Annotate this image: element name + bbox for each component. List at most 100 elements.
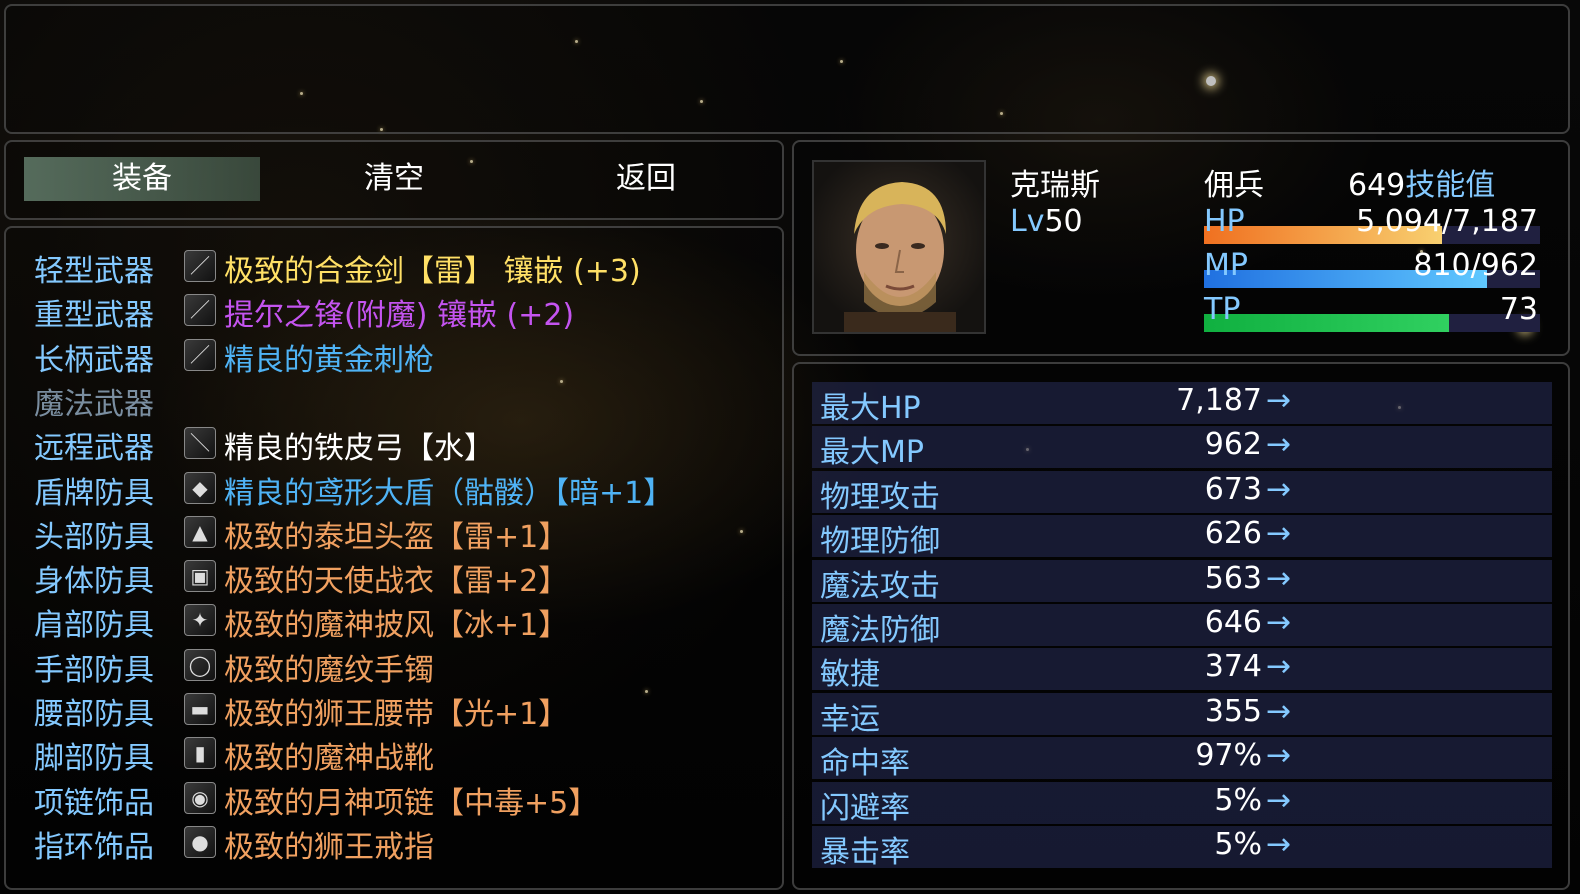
equip-slot-row[interactable]: 头部防具 ▲ 极致的泰坦头盔【雷+1】 — [30, 510, 770, 555]
equip-slot-name: 重型武器 — [34, 298, 154, 334]
equipped-item-name: 极致的狮王戒指 — [224, 829, 434, 865]
parameter-comparison-window: 最大HP 7,187 → 最大MP 962 → 物理攻击 673 → 物理防御 626 → 魔法攻击 56… — [792, 362, 1570, 890]
parameter-name: 魔法攻击 — [820, 568, 940, 604]
actor-status-window: 克瑞斯 Lv50 佣兵 649技能值 HP 5,094/7,187 MP 810… — [792, 140, 1570, 356]
mp-value: 810/962 — [1413, 248, 1538, 283]
equipped-item-name: 精良的铁皮弓【水】 — [224, 431, 494, 467]
parameter-name: 暴击率 — [820, 835, 910, 870]
parameter-value: 962 — [1204, 427, 1262, 463]
right-arrow-icon: → — [1266, 560, 1292, 596]
shield-icon: ◆ — [184, 471, 216, 504]
equip-command[interactable]: 装备 — [24, 157, 260, 201]
equip-slot-name: 肩部防具 — [34, 608, 154, 644]
equipped-item-name: 极致的天使战衣【雷+2】 — [224, 564, 569, 600]
actor-class: 佣兵 — [1204, 168, 1264, 203]
equip-slot-name: 手部防具 — [34, 652, 154, 688]
parameter-row: 魔法防御 646 → — [812, 604, 1552, 648]
hp-label: HP — [1204, 204, 1245, 239]
armor-icon: ▣ — [184, 560, 216, 593]
parameter-row: 命中率 97% → — [812, 737, 1552, 781]
actor-name: 克瑞斯 — [1010, 168, 1100, 203]
parameter-row: 敏捷 374 → — [812, 648, 1552, 693]
equip-slot-name: 远程武器 — [34, 431, 154, 467]
equip-slot-row[interactable]: 手部防具 ◯ 极致的魔纹手镯 — [30, 643, 770, 688]
cloak-icon: ✦ — [184, 604, 216, 637]
equip-slot-name: 身体防具 — [34, 564, 154, 600]
equipped-item-name: 极致的合金剑【雷】 镶嵌 (+3) — [224, 254, 641, 289]
boots-icon: ▮ — [184, 737, 216, 770]
equipped-item-name: 极致的狮王腰带【光+1】 — [224, 697, 569, 732]
equip-slot-row[interactable]: 肩部防具 ✦ 极致的魔神披风【冰+1】 — [30, 598, 770, 644]
equip-slot-row[interactable]: 腰部防具 ▬ 极致的狮王腰带【光+1】 — [30, 687, 770, 732]
parameter-value: 97% — [1195, 738, 1262, 774]
parameter-value: 355 — [1204, 693, 1262, 729]
parameter-row: 最大MP 962 → — [812, 426, 1552, 471]
right-arrow-icon: → — [1266, 782, 1292, 818]
equip-slot-name: 魔法武器 — [34, 386, 154, 422]
right-arrow-icon: → — [1266, 693, 1292, 729]
equip-slot-name: 盾牌防具 — [34, 475, 154, 511]
tp-label: TP — [1204, 292, 1241, 327]
equipped-item-name: 极致的魔纹手镯 — [224, 652, 434, 688]
equip-slot-row[interactable]: 脚部防具 ▮ 极致的魔神战靴 — [30, 731, 770, 777]
ring-icon: ● — [184, 825, 216, 858]
equip-slot-row[interactable]: 长柄武器 ／精良的黄金刺枪 — [30, 333, 770, 378]
parameter-name: 最大HP — [820, 391, 921, 426]
equipped-item-name: 提尔之锋(附魔) 镶嵌 (+2) — [224, 298, 575, 334]
equip-slot-row[interactable]: 轻型武器 ／极致的合金剑【雷】 镶嵌 (+3) — [30, 244, 770, 289]
tp-gauge — [1204, 314, 1540, 332]
equip-slot-name: 头部防具 — [34, 519, 154, 555]
parameter-row: 魔法攻击 563 → — [812, 559, 1552, 604]
skill-points: 649技能值 — [1348, 160, 1495, 204]
equip-slot-row[interactable]: 远程武器 ＼ 精良的铁皮弓【水】 — [30, 421, 770, 467]
equipment-slot-list: 轻型武器／极致的合金剑【雷】 镶嵌 (+3) 重型武器／提尔之锋(附魔) 镶嵌 (… — [4, 226, 784, 890]
parameter-row: 暴击率 5% → — [812, 826, 1552, 870]
equip-slot-row[interactable]: 指环饰品 ● 极致的狮王戒指 — [30, 820, 770, 865]
equip-slot-row[interactable]: 项链饰品 ◉ 极致的月神项链【中毒+5】 — [30, 776, 770, 821]
belt-icon: ▬ — [184, 693, 216, 725]
equipped-item-name: 极致的月神项链【中毒+5】 — [224, 785, 599, 821]
right-arrow-icon: → — [1266, 605, 1292, 640]
equip-slot-name: 腰部防具 — [34, 697, 154, 732]
parameter-name: 最大MP — [820, 435, 924, 471]
clear-command[interactable]: 清空 — [276, 157, 512, 201]
parameter-row: 闪避率 5% → — [812, 781, 1552, 826]
actor-portrait — [812, 160, 986, 334]
equipped-item-name: 极致的魔神战靴 — [224, 741, 434, 777]
equipped-item-name: 精良的黄金刺枪 — [224, 342, 434, 378]
bracelet-icon: ◯ — [184, 648, 216, 681]
equip-slot-name: 轻型武器 — [34, 254, 154, 289]
hp-value: 5,094/7,187 — [1356, 204, 1538, 239]
parameter-value: 646 — [1204, 605, 1262, 640]
equip-slot-row[interactable]: 身体防具 ▣ 极致的天使战衣【雷+2】 — [30, 554, 770, 600]
right-arrow-icon: → — [1266, 471, 1292, 507]
back-command[interactable]: 返回 — [528, 157, 764, 201]
equip-slot-row[interactable]: 盾牌防具 ◆ 精良的鸢形大盾（骷髅）【暗+1】 — [30, 466, 770, 511]
parameter-name: 敏捷 — [820, 657, 880, 693]
equip-slot-name: 指环饰品 — [34, 829, 154, 865]
parameter-name: 幸运 — [820, 701, 880, 737]
spear-icon: ／ — [184, 338, 216, 371]
parameter-value: 673 — [1204, 471, 1262, 507]
right-arrow-icon: → — [1266, 738, 1292, 774]
parameter-name: 物理防御 — [820, 524, 940, 560]
equip-slot-name: 项链饰品 — [34, 785, 154, 821]
parameter-row: 最大HP 7,187 → — [812, 382, 1552, 426]
help-window — [4, 4, 1570, 134]
parameter-value: 5% — [1214, 782, 1262, 818]
parameter-value: 563 — [1204, 560, 1262, 596]
equip-slot-row[interactable]: 重型武器 ／提尔之锋(附魔) 镶嵌 (+2) — [30, 288, 770, 334]
equip-slot-row[interactable]: 魔法武器 — [30, 377, 770, 422]
parameter-value: 5% — [1214, 827, 1262, 862]
parameter-value: 7,187 — [1176, 383, 1262, 418]
equip-slot-name: 长柄武器 — [34, 342, 154, 378]
right-arrow-icon: → — [1266, 427, 1292, 463]
helmet-icon: ▲ — [184, 515, 216, 548]
sword-icon: ／ — [184, 250, 216, 282]
parameter-name: 魔法防御 — [820, 613, 940, 648]
necklace-icon: ◉ — [184, 781, 216, 814]
actor-level: Lv50 — [1010, 204, 1083, 239]
parameter-row: 物理攻击 673 → — [812, 470, 1552, 515]
parameter-value: 374 — [1204, 649, 1262, 685]
bow-icon: ＼ — [184, 427, 216, 460]
